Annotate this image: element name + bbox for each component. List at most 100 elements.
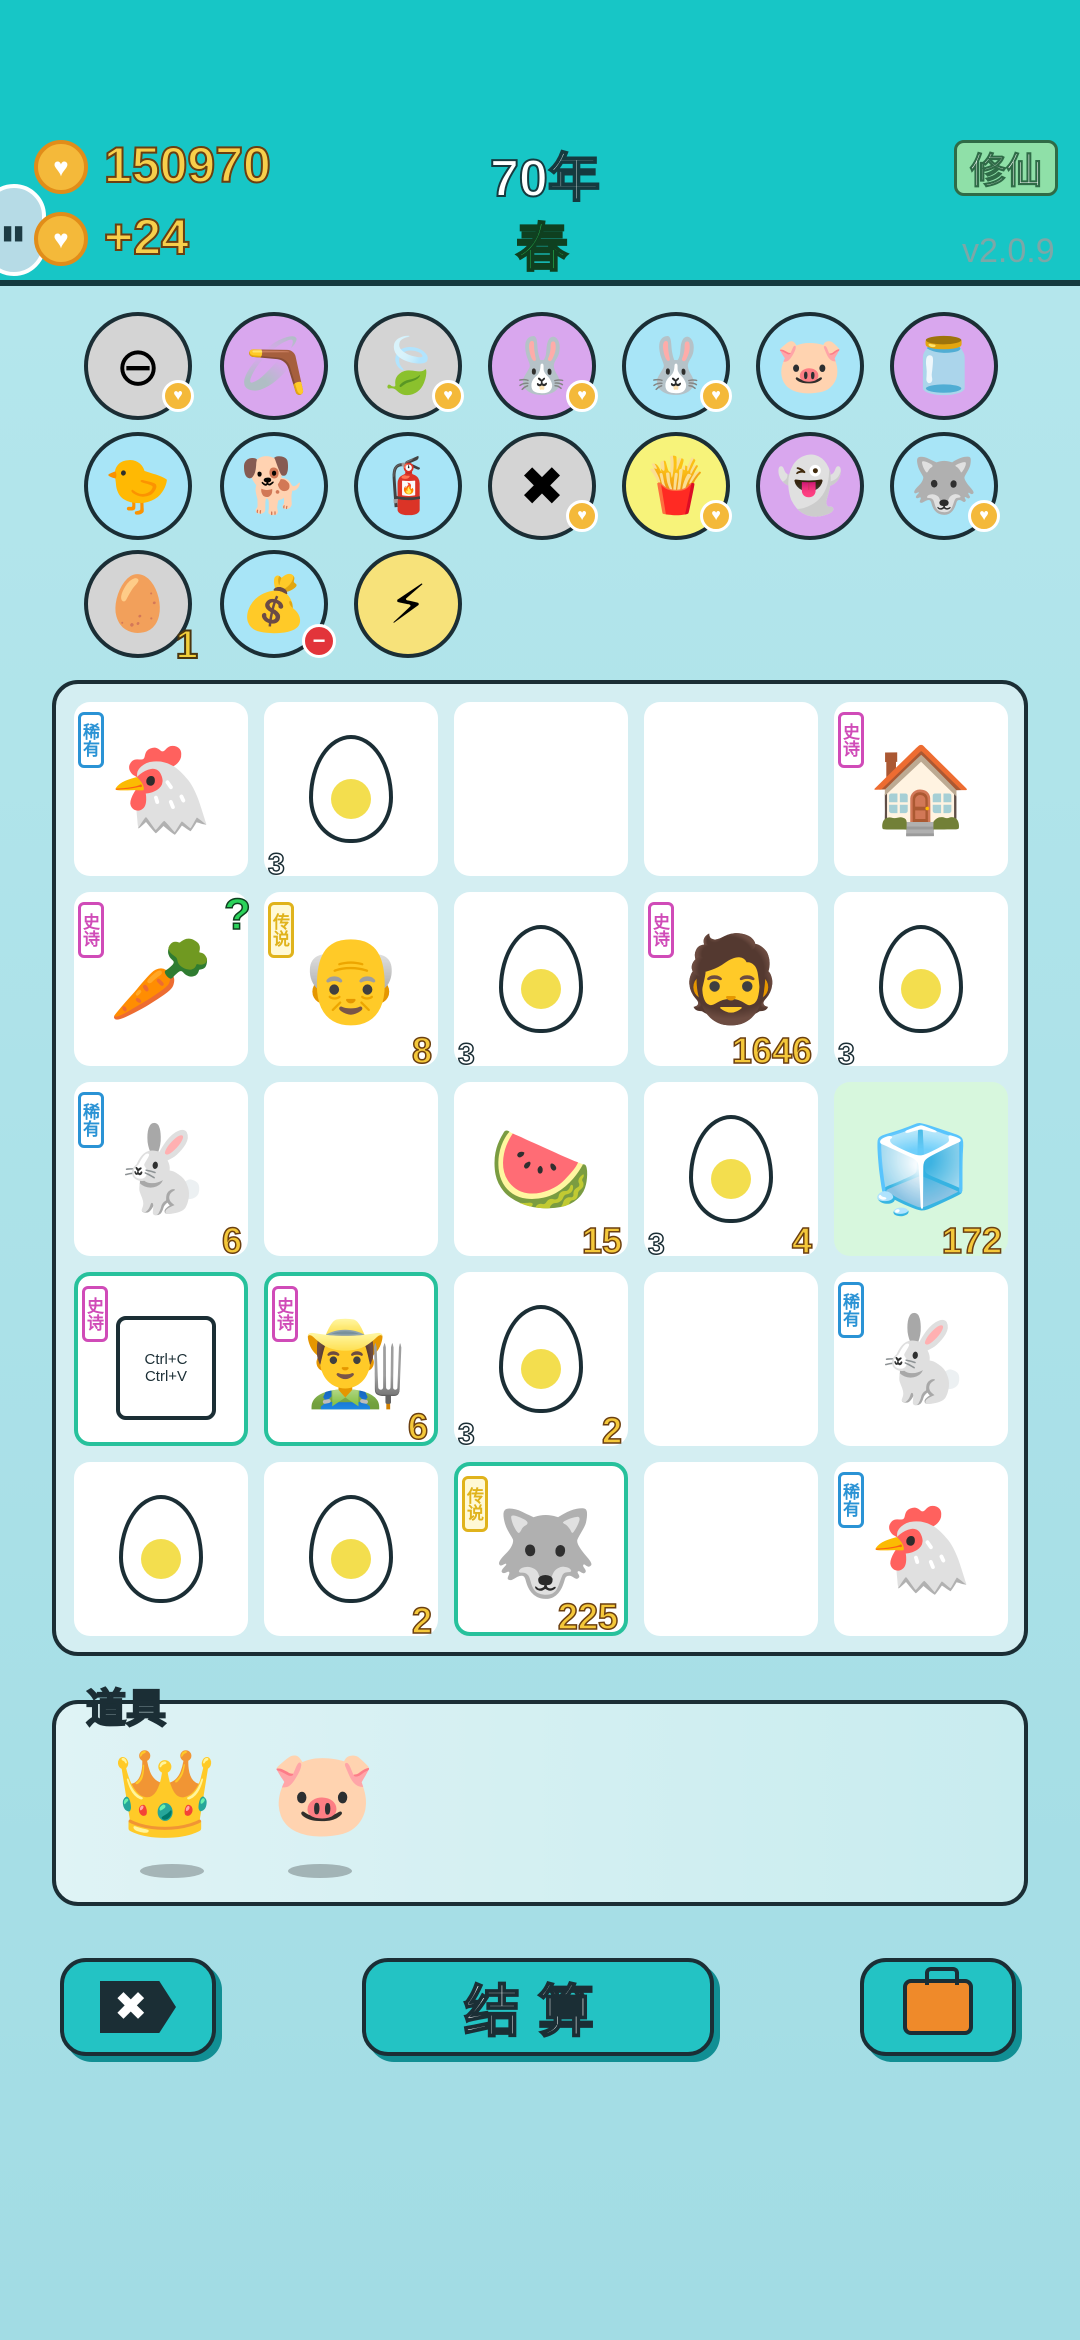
heart-badge-icon: ♥ [700,380,732,412]
egg-icon [454,892,628,1066]
remove-symbol-icon[interactable]: ⊖ ♥ [84,312,194,420]
ctrl-v-text: Ctrl+V [144,1368,188,1385]
relic-glyph: ⚡ [389,574,427,635]
cell-counter: 3 [457,1037,475,1072]
question-mark-icon: ? [223,889,251,940]
leaf-icon[interactable]: 🍃 ♥ [354,312,464,420]
egg-icon [74,1462,248,1636]
xiuxian-button[interactable]: 修仙 [954,140,1058,196]
board-cell-empty[interactable] [644,1272,818,1446]
heart-badge-icon: ♥ [968,500,1000,532]
twin-rabbits-icon[interactable]: 🐰 ♥ [488,312,598,420]
heart-badge-icon: ♥ [566,380,598,412]
board-cell-watermelon[interactable]: 🍉 15 [454,1082,628,1262]
piggy-item-icon[interactable]: 🐷 [268,1738,378,1848]
sack-icon[interactable]: 💰 − [220,550,336,658]
cell-value: 8 [411,1029,433,1072]
board-cell-fridge[interactable]: 🧊 172 [834,1082,1008,1262]
board-cell-empty[interactable] [264,1082,438,1256]
cool-dog-icon[interactable]: 🐕 [220,432,328,540]
relic-glyph: 🐷 [776,335,844,396]
board-cell-farmer[interactable]: 👨‍🌾 史诗 6 [264,1272,438,1448]
lightning-icon[interactable]: ⚡ [354,550,462,658]
year-label: 70年 [489,149,601,209]
slingshot-icon[interactable]: 🪃 [220,312,328,420]
assistant-eyes-icon: ▮▮ [2,222,25,244]
jar-icon[interactable]: 🫙 [890,312,998,420]
coin-income: +24 [103,208,190,266]
relic-count: 1 [175,622,199,668]
egg-icon [264,702,438,876]
board-cell-empty[interactable] [454,702,628,876]
relic-glyph: 🍟 [642,455,710,516]
egg-shape [309,1495,393,1603]
board-cell-copy-paste-card[interactable]: Ctrl+C Ctrl+V 史诗 [74,1272,248,1446]
board-cell-egg[interactable] [74,1462,248,1636]
board-cell-chicken[interactable]: 🐔 稀有 [834,1462,1008,1636]
twin-rabbits-icon[interactable]: 🐰 ♥ [622,312,732,420]
cell-value: 6 [221,1219,243,1262]
crown-item-icon[interactable]: 👑 [110,1738,220,1848]
briefcase-icon [903,1967,973,2035]
heart-badge-icon: ♥ [162,380,194,412]
epic-rarity-tag: 史诗 [78,902,104,958]
egg-shape [309,735,393,843]
relic-glyph: 🐺 [910,455,978,516]
board-cell-empty[interactable] [644,702,818,876]
board-cell-egg[interactable]: 2 [264,1462,438,1642]
cell-value: 4 [791,1219,813,1262]
board-cell-husky-king[interactable]: 🐺 传说 225 [454,1462,628,1638]
items-panel: 👑 🐷 [52,1700,1028,1906]
cell-value: 6 [407,1405,429,1448]
board-cell-egg[interactable]: 34 [644,1082,818,1262]
relic-glyph: 🐤 [104,455,172,516]
board-cell-egg[interactable]: 3 [264,702,438,882]
board-cell-carrot[interactable]: 🥕 史诗? [74,889,252,1066]
item-shadow [140,1864,204,1878]
items-title: 道具 [85,1686,167,1732]
cancel-tag-icon: ✖ [100,1981,176,2033]
board-cell-egg[interactable]: 32 [454,1272,628,1452]
rare-rarity-tag: 稀有 [78,712,104,768]
board-cell-rabbit[interactable]: 🐇 稀有 [834,1272,1008,1446]
season-label: 春 [515,219,569,279]
legend-rarity-tag: 传说 [268,902,294,958]
coin-icon: ♥ [34,140,88,194]
backpack-button[interactable] [860,1958,1016,2056]
board-cell-egg[interactable]: 3 [834,892,1008,1072]
egg-tray-icon[interactable]: 🥚 1 [84,550,199,668]
rare-rarity-tag: 稀有 [78,1092,104,1148]
heart-badge-icon: ♥ [432,380,464,412]
copy-paste-card-icon: Ctrl+C Ctrl+V [116,1316,216,1420]
settle-button[interactable]: 结算 [362,1958,714,2056]
relic-glyph: 🐕 [240,455,308,516]
cell-counter: 3 [267,847,285,882]
pump-icon[interactable]: 🧯 [354,432,462,540]
cell-value: 172 [941,1219,1003,1262]
epic-rarity-tag: 史诗 [648,902,674,958]
piggy-bank-icon[interactable]: 🐷 [756,312,864,420]
cell-value: 1646 [731,1029,813,1072]
cancel-button[interactable]: ✖ [60,1958,216,2056]
egg-shape [499,925,583,1033]
item-shadow [288,1864,352,1878]
board-cell-grandpa[interactable]: 👴 传说 8 [264,892,438,1072]
board-cell-rabbit-house[interactable]: 🏠 史诗 [834,702,1008,876]
chick-with-egg-icon[interactable]: 🐤 [84,432,192,540]
relic-glyph: 🫙 [910,335,978,396]
ghost-icon[interactable]: 👻 [756,432,864,540]
epic-rarity-tag: 史诗 [272,1286,298,1342]
epic-rarity-tag: 史诗 [82,1286,108,1342]
egg-shape [689,1115,773,1223]
husky-icon[interactable]: 🐺 ♥ [890,432,1000,540]
board-cell-empty[interactable] [644,1462,818,1636]
board-cell-bearded-man[interactable]: 🧔 史诗 1646 [644,892,818,1072]
income-coin-icon: ♥ [34,212,88,266]
relic-glyph: 🥚 [104,573,172,634]
fries-icon[interactable]: 🍟 ♥ [622,432,732,540]
cancel-tag-icon[interactable]: ✖ ♥ [488,432,598,540]
board-cell-chicken[interactable]: 🐔 稀有 [74,702,248,876]
board-cell-egg[interactable]: 3 [454,892,628,1072]
board-cell-rabbit[interactable]: 🐇 稀有 6 [74,1082,248,1262]
rare-rarity-tag: 稀有 [838,1472,864,1528]
